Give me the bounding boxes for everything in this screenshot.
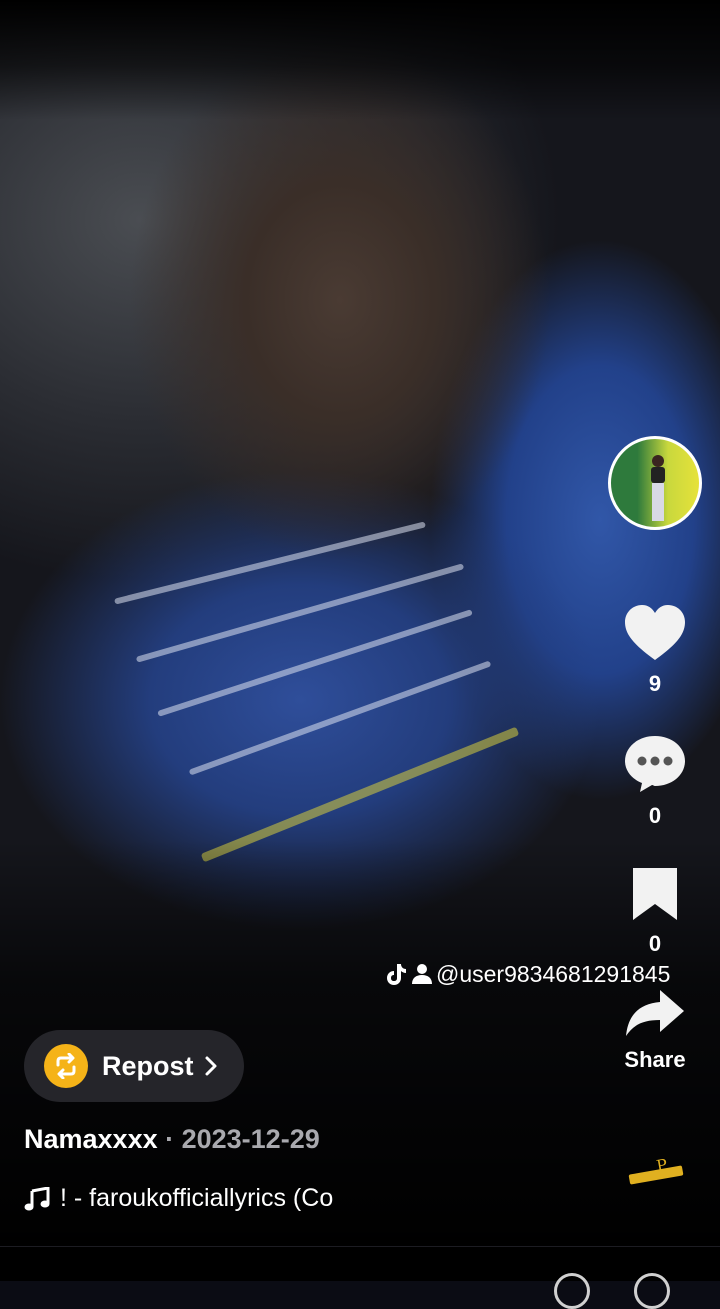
repost-icon [44,1044,88,1088]
bookmark-icon[interactable] [629,866,681,922]
creator-handle: @user9834681291845 [436,960,671,987]
watermark-logo: P [628,1158,684,1185]
author-line: Namaxxxx · 2023-12-29 [24,1124,320,1155]
person-icon [412,964,432,984]
like-action[interactable]: 9 [608,604,702,697]
comment-icon[interactable] [623,734,687,794]
creator-attribution[interactable]: @user9834681291845 [386,958,670,990]
heart-icon[interactable] [623,604,687,662]
avatar-figure [651,455,665,521]
repost-label: Repost [102,1050,194,1081]
share-arrow-icon[interactable] [624,988,686,1038]
post-date: 2023-12-29 [181,1124,320,1154]
save-count: 0 [648,931,662,956]
share-label: Share [624,1047,686,1072]
repost-button[interactable]: Repost [24,1030,244,1102]
comment-action[interactable]: 0 [608,734,702,829]
creator-avatar[interactable] [608,436,702,530]
author-separator: · [157,1124,182,1154]
music-info[interactable]: ! - faroukofficiallyrics (Co [24,1184,333,1213]
chevron-right-icon [205,1056,217,1076]
save-action[interactable]: 0 [608,866,702,957]
bottom-navigation [0,1246,720,1309]
music-title: ! - faroukofficiallyrics (Co [60,1184,334,1212]
like-count: 9 [648,671,662,696]
svg-text:P: P [655,1158,669,1176]
nav-icon-right[interactable] [634,1273,670,1309]
author-name[interactable]: Namaxxxx [24,1124,158,1154]
share-action[interactable]: Share [608,988,702,1073]
tiktok-logo-icon [387,964,406,985]
nav-icon-left[interactable] [554,1273,590,1309]
music-note-icon [24,1186,50,1210]
comment-count: 0 [648,803,662,828]
